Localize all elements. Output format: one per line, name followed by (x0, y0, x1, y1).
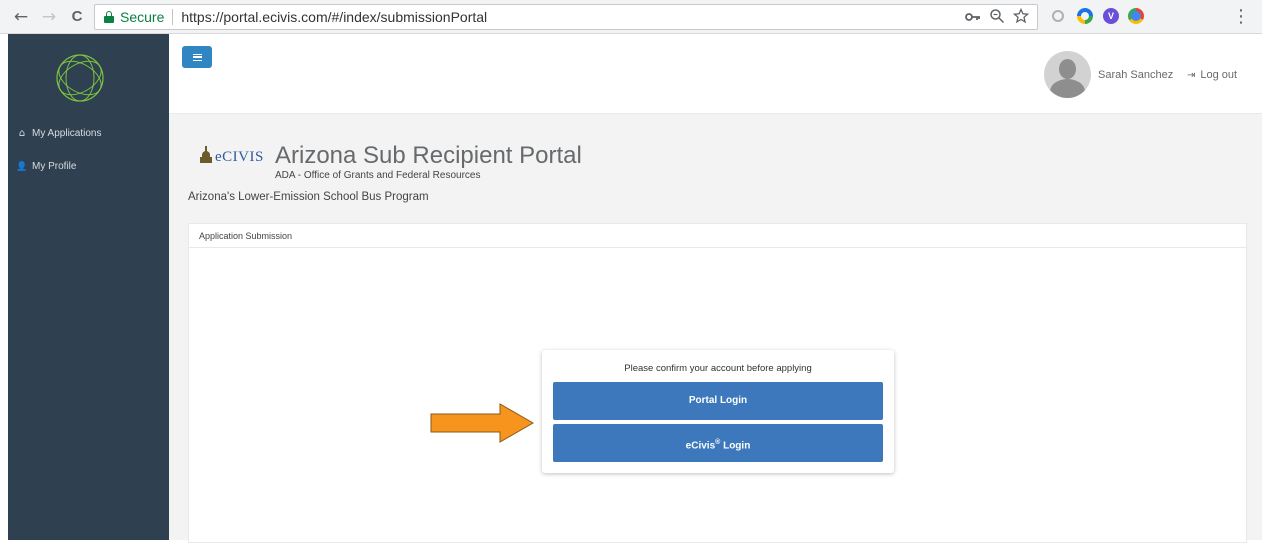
reload-icon[interactable]: C (66, 6, 88, 28)
page-subtitle: ADA - Office of Grants and Federal Resou… (275, 170, 481, 181)
browser-toolbar: ← → C Secure https://portal.ecivis.com/#… (0, 0, 1262, 34)
user-name[interactable]: Sarah Sanchez (1098, 69, 1173, 81)
ecivis-logo: eCIVIS (200, 145, 264, 165)
extension-check-icon[interactable] (1128, 8, 1144, 24)
program-name: Arizona's Lower-Emission School Bus Prog… (188, 191, 429, 203)
lock-icon (104, 11, 114, 23)
menu-toggle-button[interactable] (182, 46, 212, 68)
key-icon[interactable] (965, 8, 981, 24)
extension-circle-icon[interactable] (1052, 10, 1064, 22)
application-submission-panel: Application Submission Please confirm yo… (188, 223, 1247, 543)
app-logo-icon[interactable] (53, 51, 107, 105)
sign-out-icon: ⇥ (1187, 69, 1196, 81)
sidebar-item-my-profile[interactable]: 👤 My Profile (16, 161, 76, 172)
user-icon: 👤 (16, 161, 28, 172)
sidebar-item-label: My Profile (32, 161, 77, 172)
ecivis-login-button[interactable]: eCivis® Login (553, 424, 883, 462)
page-title: Arizona Sub Recipient Portal (275, 142, 582, 169)
portal-login-button[interactable]: Portal Login (553, 382, 883, 420)
top-header: Sarah Sanchez ⇥ Log out (169, 34, 1262, 114)
sidebar-item-my-applications[interactable]: ⌂ My Applications (16, 128, 102, 139)
logout-label: Log out (1200, 69, 1238, 81)
back-icon[interactable]: ← (10, 6, 32, 28)
avatar[interactable] (1044, 51, 1091, 98)
sidebar-item-label: My Applications (32, 128, 102, 139)
browser-menu-icon[interactable]: ⋮ (1232, 6, 1250, 27)
address-bar[interactable]: Secure https://portal.ecivis.com/#/index… (94, 4, 1038, 30)
home-icon: ⌂ (18, 128, 26, 139)
ecivis-brand-text: eCIVIS (215, 149, 264, 165)
hamburger-icon (192, 53, 202, 61)
ecivis-login-label: eCivis (685, 440, 716, 452)
main-content: eCIVIS Arizona Sub Recipient Portal ADA … (169, 114, 1262, 543)
url-text[interactable]: https://portal.ecivis.com/#/index/submis… (181, 9, 487, 25)
login-box: Please confirm your account before apply… (542, 350, 894, 473)
zoom-icon[interactable] (989, 8, 1005, 24)
extension-v-icon[interactable]: V (1103, 8, 1119, 24)
forward-icon[interactable]: → (38, 6, 60, 28)
arrow-right-icon (430, 403, 534, 443)
capitol-icon (200, 145, 212, 165)
sidebar: ⌂ My Applications 👤 My Profile (8, 34, 169, 540)
logout-link[interactable]: ⇥ Log out (1187, 69, 1237, 81)
confirm-message: Please confirm your account before apply… (624, 363, 812, 374)
panel-title: Application Submission (189, 224, 1246, 248)
star-icon[interactable] (1013, 8, 1029, 24)
extension-ring-icon[interactable] (1077, 8, 1093, 24)
secure-label: Secure (120, 9, 165, 25)
ecivis-login-suffix: Login (720, 440, 751, 452)
